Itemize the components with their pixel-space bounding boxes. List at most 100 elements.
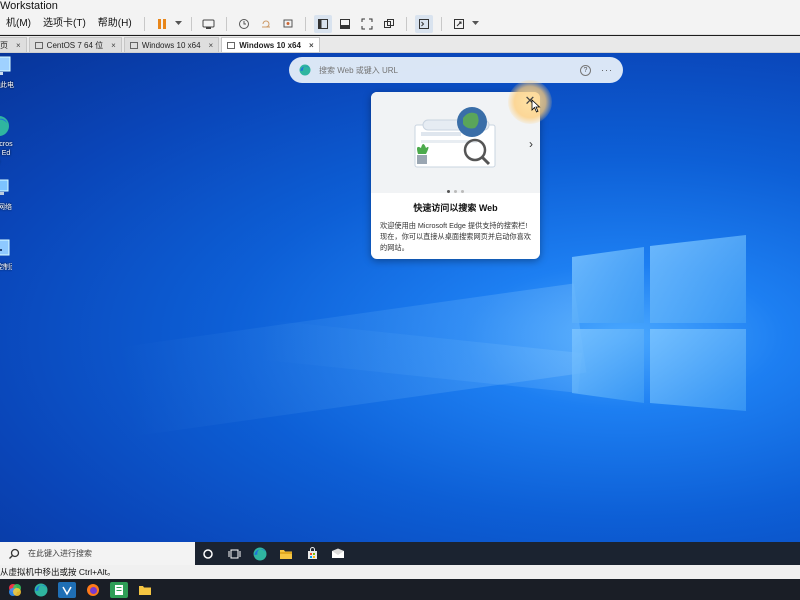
taskbar-mail-button[interactable] [325, 542, 351, 565]
host-taskbar [0, 579, 800, 600]
host-file-explorer-button[interactable] [136, 582, 154, 598]
toolbar-divider [405, 16, 407, 31]
desktop-icon-label: 此电脑 [0, 82, 14, 89]
close-icon[interactable]: × [309, 41, 314, 50]
task-view-icon [228, 549, 240, 558]
desktop-icon-control-panel[interactable]: 控制面板 [0, 237, 26, 272]
view-library-button[interactable] [313, 14, 332, 33]
toolbar-divider [440, 16, 442, 31]
edge-icon [0, 116, 9, 136]
taskbar-search-box[interactable]: 在此键入进行搜索 [0, 542, 195, 565]
tab-home[interactable]: 页 × [0, 37, 27, 52]
firefox-icon [87, 583, 99, 596]
toolbar-divider [190, 16, 192, 31]
desktop-icon-label: 网络 [0, 204, 12, 211]
terminal-icon [418, 18, 429, 29]
tab-label: Windows 10 x64 [141, 40, 201, 50]
host-start-button[interactable] [6, 582, 24, 598]
page-dot[interactable] [461, 190, 464, 193]
folder-icon [139, 585, 151, 595]
console-view-button[interactable] [414, 14, 433, 33]
page-dot[interactable] [447, 190, 450, 193]
send-ctrl-alt-del-button[interactable] [200, 15, 218, 33]
start-icon [9, 583, 21, 596]
tab-windows10-1[interactable]: Windows 10 x64 × [123, 37, 220, 52]
cortana-button[interactable] [195, 542, 221, 565]
edge-icon [299, 64, 311, 76]
desktop-icon-label: 控制面板 [0, 264, 12, 271]
page-indicator [371, 184, 540, 196]
vm-icon [129, 41, 138, 49]
taskbar-edge-button[interactable] [247, 542, 273, 565]
taskbar-search-placeholder: 在此键入进行搜索 [28, 549, 92, 558]
desktop-icon-network[interactable]: 网络 [0, 177, 26, 212]
close-icon[interactable]: × [16, 41, 21, 50]
desktop-icon-edge[interactable]: Microsoft Edge [0, 115, 26, 167]
help-icon[interactable]: ? [580, 64, 591, 76]
stretch-icon [453, 18, 464, 29]
window-title: Workstation [0, 0, 800, 13]
taskbar-store-button[interactable] [299, 542, 325, 565]
snapshot-manager-button[interactable] [279, 15, 297, 33]
clock-icon [238, 18, 249, 29]
more-options-icon[interactable]: ··· [601, 65, 613, 75]
edge-search-bar: ? ··· [289, 57, 623, 83]
snapshot-manager-icon [283, 19, 293, 27]
stretch-dropdown[interactable] [472, 15, 480, 33]
desktop-icon-this-pc[interactable]: 此电脑 [0, 55, 26, 90]
pause-button[interactable] [153, 15, 171, 33]
close-icon[interactable]: × [111, 41, 116, 50]
guest-taskbar: 在此键入进行搜索 [0, 542, 800, 565]
pause-dropdown[interactable] [175, 15, 183, 33]
card-body: 欢迎使用由 Microsoft Edge 提供支持的搜索栏! 现在，你可以直接从… [380, 221, 531, 252]
web-search-input[interactable] [319, 65, 580, 75]
tab-centos[interactable]: CentOS 7 64 位 × [28, 37, 122, 52]
page-dot[interactable] [454, 190, 457, 193]
vm-icon [227, 41, 236, 49]
tab-label: Windows 10 x64 [239, 40, 301, 50]
control-panel-icon [0, 239, 10, 256]
vm-tab-strip: 页 × CentOS 7 64 位 × Windows 10 x64 × Win… [0, 36, 800, 53]
menu-tabs[interactable]: 选项卡(T) [37, 13, 92, 35]
host-vs-button[interactable] [58, 581, 76, 598]
folder-icon [280, 549, 292, 559]
guest-desktop[interactable]: 此电脑 Microsoft Edge 网络 控制面板 ? ··· [0, 53, 800, 542]
store-icon [307, 547, 317, 559]
search-icon [9, 548, 20, 559]
tab-label: 页 [0, 40, 8, 50]
thumbnail-icon [339, 18, 350, 29]
view-thumbnail-button[interactable] [336, 15, 354, 33]
snapshot-button[interactable] [235, 15, 253, 33]
computer-icon [0, 56, 11, 75]
host-edge-button[interactable] [32, 582, 50, 598]
close-icon[interactable]: × [209, 41, 214, 50]
fullscreen-button[interactable] [358, 15, 376, 33]
sidebar-icon [317, 18, 328, 29]
menu-toolbar: 机(M) 选项卡(T) 帮助(H) [0, 13, 800, 35]
host-sheets-button[interactable] [110, 581, 128, 598]
chevron-down-icon [175, 21, 183, 25]
menu-help[interactable]: 帮助(H) [92, 13, 138, 35]
host-firefox-button[interactable] [84, 582, 102, 598]
toolbar-divider [304, 16, 306, 31]
taskbar-file-explorer-button[interactable] [273, 542, 299, 565]
unity-icon [383, 18, 394, 28]
code-editor-icon [62, 586, 72, 596]
card-title: 快速访问以搜索 Web [413, 203, 498, 213]
stretch-button[interactable] [450, 15, 468, 33]
revert-snapshot-button[interactable] [257, 15, 275, 33]
status-bar: 从虚拟机中移出或按 Ctrl+Alt。 [0, 565, 800, 579]
task-view-button[interactable] [221, 542, 247, 565]
unity-button[interactable] [380, 15, 398, 33]
tab-windows10-2[interactable]: Windows 10 x64 × [221, 37, 320, 52]
edge-icon [253, 547, 267, 560]
chevron-down-icon [472, 21, 480, 25]
next-arrow-icon[interactable]: › [529, 137, 533, 151]
toolbar-divider [225, 16, 227, 31]
mail-icon [332, 548, 344, 558]
tab-label: CentOS 7 64 位 [46, 40, 104, 50]
menu-vm[interactable]: 机(M) [0, 13, 37, 35]
fullscreen-icon [361, 18, 373, 29]
revert-icon [261, 20, 270, 27]
desktop-icon-label: Microsoft Edge [0, 141, 13, 157]
